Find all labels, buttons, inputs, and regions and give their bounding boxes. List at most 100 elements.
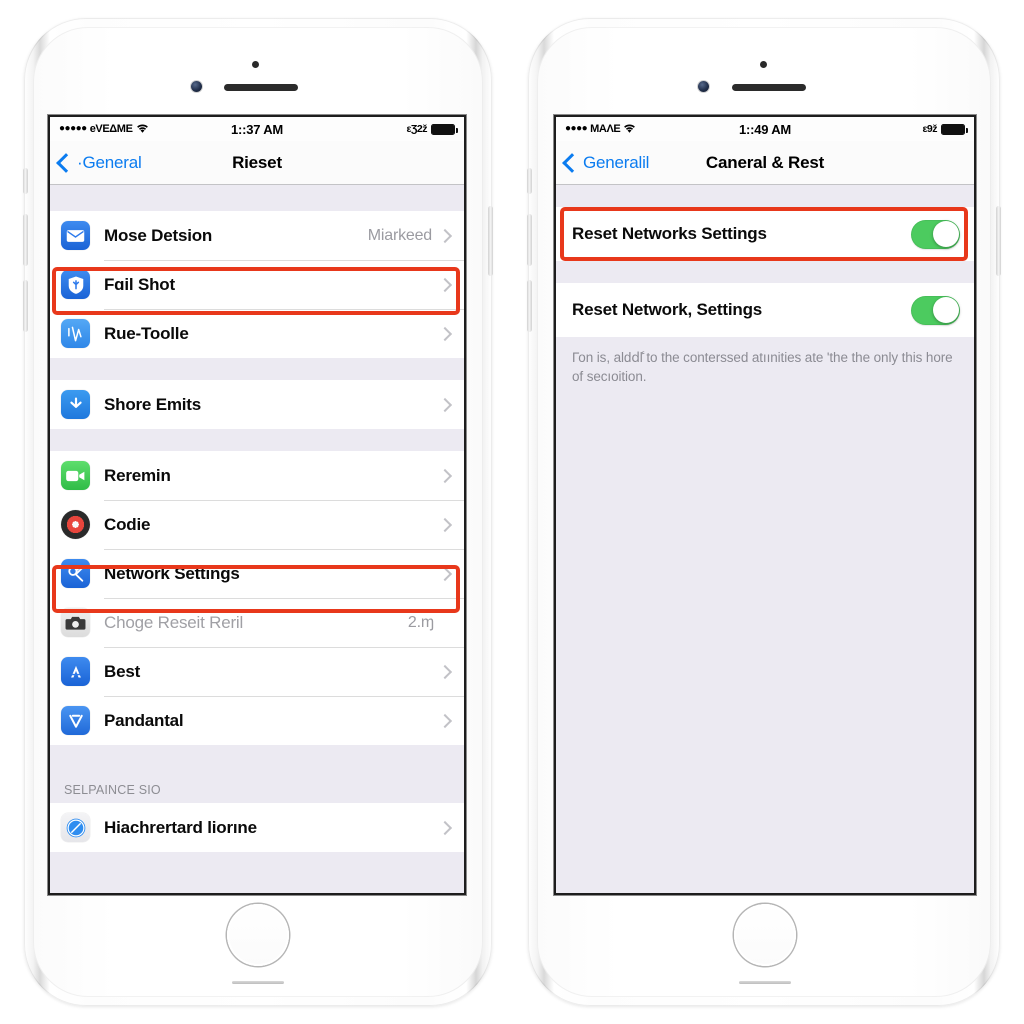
wifi-icon-left <box>136 123 149 136</box>
mail-icon <box>61 221 90 250</box>
row-best[interactable]: Best <box>50 647 464 696</box>
row-fail-shot[interactable]: Fɑil Shot <box>50 260 464 309</box>
chevron-right-icon <box>437 664 453 679</box>
row-reremin[interactable]: Reremin <box>50 451 464 500</box>
chevron-right-icon <box>438 615 452 629</box>
footnote-text-right: Гоn іѕ, alddٔl to the conterssed atıınit… <box>556 337 974 387</box>
row-mose-detsion[interactable]: Mose Detsion Miarkeed <box>50 211 464 260</box>
row-label: Choge Reseit Reril <box>104 612 244 632</box>
iphone-right: ●●●● MAΛE 1::49 AM ε9ž Generalil Caneral… <box>527 18 1001 1006</box>
chevron-right-icon <box>437 468 453 483</box>
status-left-group-left: ●●●●● eVEΔME <box>59 123 231 136</box>
carrier-label-right: MAΛE <box>590 123 621 135</box>
row-reset-network-settings[interactable]: Reset Network, Settings <box>556 283 974 337</box>
toggle-reset-networks-settings[interactable] <box>911 219 960 249</box>
power-button-right[interactable] <box>996 206 1001 276</box>
row-network-settings[interactable]: Network Settings <box>50 549 464 598</box>
volume-up-button-right[interactable] <box>527 214 532 266</box>
list-spacer <box>556 185 974 207</box>
row-label: Best <box>104 661 141 681</box>
row-rue-toolle[interactable]: Rue-Toolle <box>50 309 464 358</box>
battery-full-icon-left <box>431 123 459 135</box>
volume-down-button-left[interactable] <box>23 280 28 332</box>
home-button-right[interactable] <box>734 904 796 966</box>
screen-left: ●●●●● eVEΔME 1::37 AM εƷ2ž ·General Ries… <box>50 117 464 893</box>
iphone-left: ●●●●● eVEΔME 1::37 AM εƷ2ž ·General Ries… <box>23 18 493 1006</box>
earpiece-speaker-right <box>732 84 806 91</box>
power-button-left[interactable] <box>488 206 493 276</box>
chevron-right-icon <box>437 713 453 728</box>
clock-left: 1::37 AM <box>230 121 284 137</box>
row-reset-networks-settings[interactable]: Reset Networks Settings <box>556 207 974 261</box>
list-spacer <box>50 745 464 767</box>
row-label: Hiachrertard liorıne <box>104 817 257 837</box>
back-button-label-left: ·General <box>77 152 142 172</box>
shield-icon <box>61 270 90 299</box>
toggle-group-1: Reset Networks Settings <box>556 207 974 261</box>
proximity-sensor-icon-right <box>760 61 767 68</box>
volume-down-button-right[interactable] <box>527 280 532 332</box>
screenshot-canvas: ●●●●● eVEΔME 1::37 AM εƷ2ž ·General Ries… <box>0 0 1024 1024</box>
bluetooth-icon-left: εƷ2ž <box>406 123 428 135</box>
row-label: Reremin <box>104 465 171 485</box>
settings-group-2: Shore Emits <box>50 380 464 429</box>
back-button-label-right: Generalil <box>583 152 650 172</box>
row-shore-emits[interactable]: Shore Emits <box>50 380 464 429</box>
status-right-group-right: ε9ž <box>791 123 969 135</box>
volume-up-button-left[interactable] <box>23 214 28 266</box>
toggle-reset-network-settings[interactable] <box>911 295 960 325</box>
toggle-group-2: Reset Network, Settings <box>556 283 974 337</box>
row-label: Shore Emits <box>104 394 201 414</box>
settings-group-3: Reremin Codie Network Settings Choge Res… <box>50 451 464 745</box>
network-settings-icon <box>61 559 90 588</box>
settings-group-4: Hiachrertard liorıne <box>50 803 464 852</box>
list-spacer <box>50 852 464 888</box>
settings-group-1: Mose Detsion Miarkeed Fɑil Shot Rue-Tool… <box>50 211 464 358</box>
row-value: 2.ɱ <box>407 613 434 631</box>
chevron-right-icon <box>437 517 453 532</box>
screen-right: ●●●● MAΛE 1::49 AM ε9ž Generalil Caneral… <box>556 117 974 893</box>
section-header-left: SELPAINCE SıO <box>50 767 464 803</box>
chevron-left-icon-left <box>56 152 76 173</box>
row-label: Reset Networks Settings <box>572 224 767 243</box>
row-label: Codie <box>104 514 151 534</box>
bluetooth-icon-right: ε9ž <box>922 123 938 135</box>
proximity-sensor-icon-left <box>252 61 259 68</box>
row-pandantal[interactable]: Pandantal <box>50 696 464 745</box>
row-label: Mose Detsion <box>104 225 213 245</box>
status-right-group-left: εƷ2ž <box>283 123 459 135</box>
row-value: Miarkeed <box>367 226 432 244</box>
app-store-icon <box>61 657 90 686</box>
chevron-right-icon <box>437 397 453 412</box>
home-button-left[interactable] <box>227 904 289 966</box>
row-label: Rue-Toolle <box>104 323 189 343</box>
silent-switch-right[interactable] <box>527 168 532 194</box>
row-label: Pandantal <box>104 710 184 730</box>
row-label: Fɑil Shot <box>104 274 175 294</box>
status-bar-left: ●●●●● eVEΔME 1::37 AM εƷ2ž <box>50 117 464 141</box>
chevron-right-icon <box>437 228 453 243</box>
status-bar-right: ●●●● MAΛE 1::49 AM ε9ž <box>556 117 974 141</box>
bottom-bezel-slit-left <box>232 981 284 984</box>
settings-list-left: Mose Detsion Miarkeed Fɑil Shot Rue-Tool… <box>50 185 464 893</box>
vee-icon <box>61 706 90 735</box>
bottom-bezel-slit-right <box>739 981 791 984</box>
download-arrow-icon <box>61 390 90 419</box>
wave-icon <box>61 319 90 348</box>
facetime-camera-icon <box>61 461 90 490</box>
signal-dots-icon-left: ●●●●● <box>59 123 87 134</box>
battery-full-icon-right <box>941 123 969 135</box>
camera-icon <box>61 608 90 637</box>
front-camera-icon-right <box>698 81 709 92</box>
settings-list-right: Reset Networks Settings Reset Network, S… <box>556 185 974 893</box>
chevron-right-icon <box>437 277 453 292</box>
carrier-label-left: eVEΔME <box>89 123 133 135</box>
back-button-left[interactable]: ·General <box>56 152 142 173</box>
chevron-right-icon <box>437 566 453 581</box>
row-choge-reseit-reril[interactable]: Choge Reseit Reril 2.ɱ <box>50 598 464 647</box>
list-spacer <box>50 358 464 380</box>
row-hiachrertard-liorine[interactable]: Hiachrertard liorıne <box>50 803 464 852</box>
back-button-right[interactable]: Generalil <box>562 152 650 173</box>
silent-switch-left[interactable] <box>23 168 28 194</box>
row-codie[interactable]: Codie <box>50 500 464 549</box>
